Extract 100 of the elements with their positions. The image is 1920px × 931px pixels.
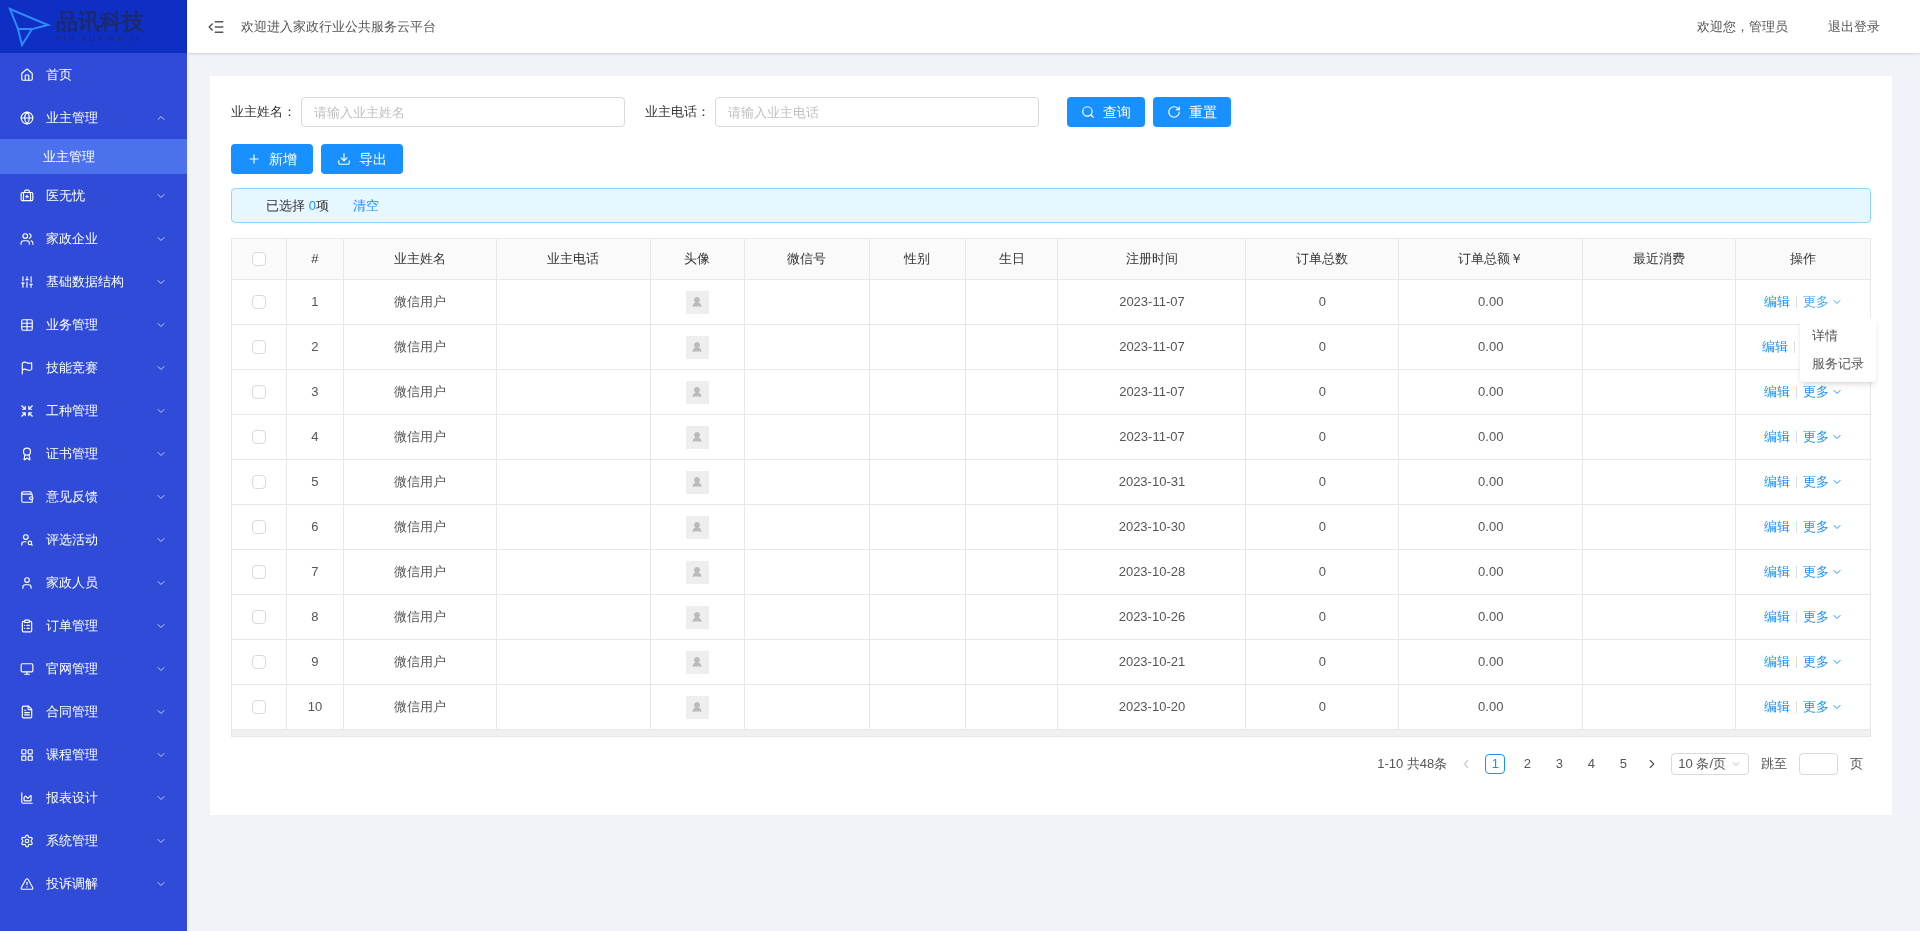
sidebar-item[interactable]: 课程管理 bbox=[0, 733, 187, 776]
table-cell-text: 10 bbox=[307, 698, 323, 717]
page-button[interactable]: 4 bbox=[1581, 754, 1602, 774]
checkbox[interactable] bbox=[252, 385, 266, 399]
filter-input[interactable]: 请输入业主电话 bbox=[715, 97, 1039, 127]
page-jump-input[interactable] bbox=[1799, 753, 1838, 775]
edit-link[interactable]: 编辑 bbox=[1763, 472, 1790, 492]
plus-icon bbox=[247, 152, 261, 166]
menu-icon bbox=[20, 661, 34, 676]
sidebar-item[interactable]: 合同管理 bbox=[0, 690, 187, 733]
table-cell-text: 微信用户 bbox=[393, 293, 446, 312]
sidebar-item[interactable]: 首页 bbox=[0, 53, 187, 96]
table-cell-text: 2023-11-07 bbox=[1119, 338, 1185, 357]
table-cell-text: 微信用户 bbox=[393, 338, 446, 357]
sidebar-item[interactable]: 投诉调解 bbox=[0, 862, 187, 905]
more-dropdown[interactable]: 更多 bbox=[1802, 382, 1843, 402]
table-cell-text: 微信用户 bbox=[393, 653, 446, 672]
edit-link[interactable]: 编辑 bbox=[1763, 652, 1790, 672]
edit-link[interactable]: 编辑 bbox=[1763, 292, 1790, 312]
checkbox[interactable] bbox=[252, 610, 266, 624]
more-dropdown[interactable]: 更多 bbox=[1802, 472, 1843, 492]
column-header: 性别 bbox=[869, 239, 966, 279]
table-cell-text: 0 bbox=[1318, 473, 1326, 492]
sidebar-item[interactable]: 家政企业 bbox=[0, 217, 187, 260]
page-size-select[interactable]: 10 条/页 bbox=[1671, 753, 1749, 775]
filter-label: 业主姓名： bbox=[231, 103, 297, 122]
more-dropdown[interactable]: 更多 bbox=[1802, 427, 1843, 447]
more-dropdown[interactable]: 更多 bbox=[1802, 517, 1843, 537]
sidebar-item[interactable]: 业主管理 bbox=[0, 96, 187, 139]
checkbox[interactable] bbox=[252, 252, 266, 266]
sidebar-item[interactable]: 证书管理 bbox=[0, 432, 187, 475]
menu-icon bbox=[20, 489, 34, 504]
menu-icon bbox=[20, 790, 34, 805]
menu-icon bbox=[20, 110, 34, 125]
table-cell-text: 2023-10-26 bbox=[1118, 608, 1186, 627]
edit-link[interactable]: 编辑 bbox=[1763, 697, 1790, 717]
edit-link[interactable]: 编辑 bbox=[1763, 427, 1790, 447]
page-button[interactable]: 2 bbox=[1517, 754, 1538, 774]
search-icon bbox=[1081, 105, 1095, 119]
checkbox[interactable] bbox=[252, 565, 266, 579]
table-cell-text: 微信用户 bbox=[393, 428, 446, 447]
checkbox[interactable] bbox=[252, 475, 266, 489]
sidebar-subitem[interactable]: 业主管理 bbox=[0, 139, 187, 174]
table-cell-text: 微信用户 bbox=[393, 563, 446, 582]
more-dropdown[interactable]: 更多 bbox=[1802, 697, 1843, 717]
menu-icon bbox=[20, 532, 34, 547]
sidebar-item[interactable]: 官网管理 bbox=[0, 647, 187, 690]
more-dropdown[interactable]: 更多 bbox=[1802, 607, 1843, 627]
edit-link[interactable]: 编辑 bbox=[1763, 517, 1790, 537]
sidebar-item[interactable]: 业务管理 bbox=[0, 303, 187, 346]
table-cell-text: 0.00 bbox=[1478, 338, 1504, 357]
checkbox[interactable] bbox=[252, 295, 266, 309]
checkbox[interactable] bbox=[252, 430, 266, 444]
sidebar-item[interactable]: 评选活动 bbox=[0, 518, 187, 561]
table-cell-text: 0 bbox=[1318, 698, 1326, 717]
sidebar-item[interactable]: 工种管理 bbox=[0, 389, 187, 432]
table-cell-text: 2023-11-07 bbox=[1119, 428, 1185, 447]
menu-item[interactable]: 详情 bbox=[1800, 322, 1876, 350]
menu-icon bbox=[20, 618, 34, 633]
more-dropdown[interactable]: 更多 bbox=[1802, 652, 1843, 672]
sidebar-item[interactable]: 技能竞赛 bbox=[0, 346, 187, 389]
edit-link[interactable]: 编辑 bbox=[1763, 607, 1790, 627]
sidebar-item[interactable]: 意见反馈 bbox=[0, 475, 187, 518]
sidebar-item[interactable]: 医无忧 bbox=[0, 174, 187, 217]
column-header: 业主姓名 bbox=[343, 239, 497, 279]
edit-link[interactable]: 编辑 bbox=[1763, 562, 1790, 582]
checkbox[interactable] bbox=[252, 520, 266, 534]
table-cell-text: 9 bbox=[311, 653, 319, 672]
table-cell-text: 2023-10-20 bbox=[1118, 698, 1186, 717]
logout-link[interactable]: 退出登录 bbox=[1828, 16, 1880, 37]
page-button[interactable]: 5 bbox=[1613, 754, 1634, 774]
sidebar-item[interactable]: 订单管理 bbox=[0, 604, 187, 647]
checkbox[interactable] bbox=[252, 655, 266, 669]
menu-icon bbox=[20, 274, 34, 289]
sidebar-item[interactable]: 系统管理 bbox=[0, 819, 187, 862]
page-button[interactable]: 3 bbox=[1549, 754, 1570, 774]
bird-logo-icon bbox=[8, 6, 52, 47]
checkbox[interactable] bbox=[252, 700, 266, 714]
table-cell-text: 1 bbox=[311, 293, 319, 312]
column-header: 订单总额￥ bbox=[1399, 239, 1584, 279]
table-cell-text: 0 bbox=[1318, 608, 1326, 627]
table-cell-text: 微信用户 bbox=[393, 698, 446, 717]
filter-input[interactable]: 请输入业主姓名 bbox=[301, 97, 625, 127]
table-cell-text: 0.00 bbox=[1478, 563, 1504, 582]
edit-link[interactable]: 编辑 bbox=[1763, 382, 1790, 402]
sidebar-item[interactable]: 基础数据结构 bbox=[0, 260, 187, 303]
menu-icon bbox=[20, 876, 34, 891]
person-icon bbox=[691, 611, 704, 623]
sidebar-item[interactable]: 家政人员 bbox=[0, 561, 187, 604]
person-icon bbox=[691, 386, 704, 398]
column-header: 微信号 bbox=[744, 239, 870, 279]
menu-icon bbox=[20, 403, 34, 418]
menu-item[interactable]: 服务记录 bbox=[1800, 350, 1876, 378]
more-dropdown[interactable]: 更多 bbox=[1802, 562, 1843, 582]
sidebar-item[interactable]: 报表设计 bbox=[0, 776, 187, 819]
edit-link[interactable]: 编辑 bbox=[1761, 337, 1788, 357]
checkbox[interactable] bbox=[252, 340, 266, 354]
table-cell-text: 0.00 bbox=[1478, 698, 1504, 717]
column-header: 最近消费 bbox=[1583, 239, 1737, 279]
table-cell-text: 0 bbox=[1318, 518, 1326, 537]
